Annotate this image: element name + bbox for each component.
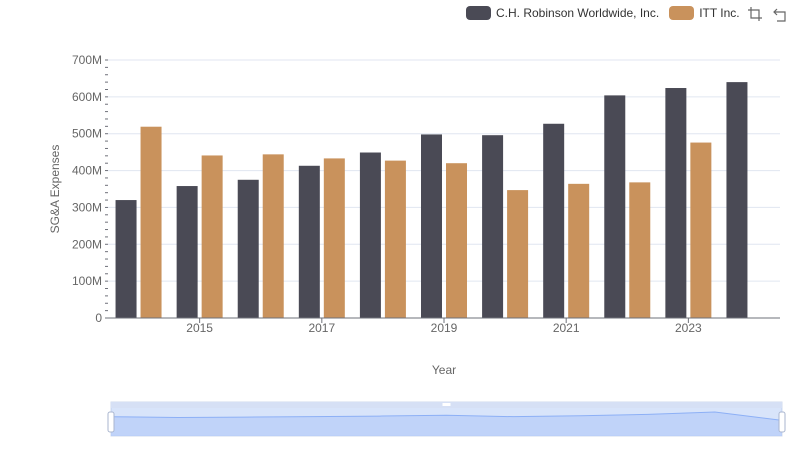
legend-item-itt[interactable]: ITT Inc. <box>669 6 740 20</box>
bars[interactable] <box>115 82 748 319</box>
chart-canvas: 0100M200M300M400M500M600M700M 2015 2017 20… <box>48 53 786 437</box>
y-axis: 0 100M 200M 300M 400M 500M 600M 700M <box>72 53 108 325</box>
toolbox <box>747 6 789 22</box>
bar-itt-2019[interactable] <box>446 163 467 318</box>
bar-ch-robinson-2022[interactable] <box>604 95 626 318</box>
zoom-selection[interactable] <box>111 408 782 436</box>
bar-itt-2023[interactable] <box>690 142 712 318</box>
bar-ch-robinson-2017[interactable] <box>298 165 320 318</box>
restore-icon[interactable] <box>773 6 789 22</box>
bar-ch-robinson-2015[interactable] <box>176 186 198 318</box>
legend-swatch <box>669 6 695 20</box>
x-tick-label: 2023 <box>675 321 702 335</box>
bar-ch-robinson-2016[interactable] <box>237 179 259 318</box>
y-tick-label: 200M <box>72 237 102 251</box>
bar-itt-2016[interactable] <box>262 154 284 318</box>
bar-ch-robinson-2023[interactable] <box>665 88 687 318</box>
zoom-handle-right[interactable] <box>778 411 786 433</box>
y-tick-label: 700M <box>72 53 102 67</box>
zoom-grip-icon[interactable] <box>442 403 451 406</box>
y-axis-title: SG&A Expenses <box>48 145 62 234</box>
bar-ch-robinson-2021[interactable] <box>543 123 565 319</box>
bar-itt-2021[interactable] <box>568 183 590 318</box>
legend-swatch <box>466 6 491 20</box>
legend-item-ch-robinson[interactable]: C.H. Robinson Worldwide, Inc. <box>466 6 659 20</box>
bar-ch-robinson-2018[interactable] <box>359 152 381 318</box>
bar-ch-robinson-2020[interactable] <box>482 135 504 318</box>
bar-ch-robinson-2019[interactable] <box>421 134 442 318</box>
legend: C.H. Robinson Worldwide, Inc. ITT Inc. <box>466 4 740 22</box>
y-tick-label: 300M <box>72 200 102 214</box>
legend-label: C.H. Robinson Worldwide, Inc. <box>496 6 660 20</box>
x-tick-label: 2019 <box>431 321 458 335</box>
y-tick-label: 600M <box>72 90 102 104</box>
y-tick-label: 0 <box>95 311 102 325</box>
bar-ch-robinson-2014[interactable] <box>115 200 137 318</box>
zoom-icon[interactable] <box>747 6 763 22</box>
x-axis: 2015 2017 2019 2021 2023 <box>108 317 780 335</box>
y-tick-label: 500M <box>72 127 102 141</box>
x-tick-label: 2017 <box>308 321 335 335</box>
y-tick-label: 100M <box>72 274 102 288</box>
bar-itt-2015[interactable] <box>201 155 223 318</box>
y-tick-label: 400M <box>72 164 102 178</box>
legend-label: ITT Inc. <box>699 6 740 20</box>
bar-itt-2022[interactable] <box>629 182 651 318</box>
bar-itt-2020[interactable] <box>507 190 529 318</box>
data-zoom-slider[interactable] <box>107 401 786 437</box>
bar-ch-robinson-2024[interactable] <box>726 82 748 318</box>
x-axis-title: Year <box>432 363 456 377</box>
bar-itt-2017[interactable] <box>323 158 345 318</box>
zoom-handle-left[interactable] <box>107 411 115 433</box>
x-tick-label: 2015 <box>186 321 213 335</box>
x-tick-label: 2021 <box>553 321 580 335</box>
bar-itt-2018[interactable] <box>384 160 406 318</box>
bar-itt-2014[interactable] <box>140 126 162 318</box>
